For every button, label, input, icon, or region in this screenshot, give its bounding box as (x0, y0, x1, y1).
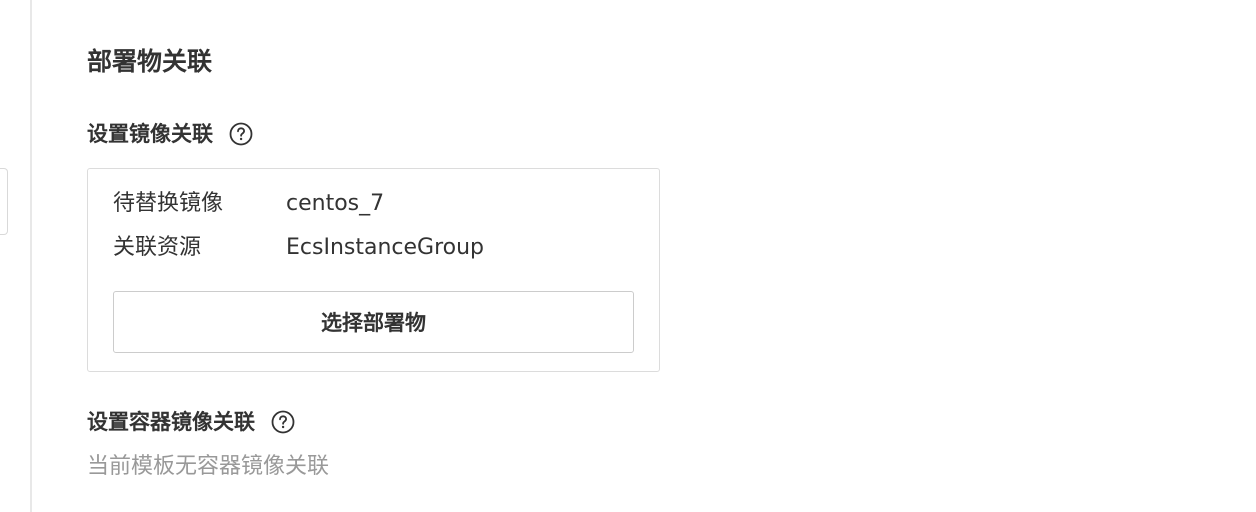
container-binding-title: 设置容器镜像关联 (87, 410, 255, 434)
kv-row-source-image: 待替换镜像 centos_7 (113, 188, 384, 220)
question-circle-icon[interactable] (229, 122, 253, 146)
container-binding-header: 设置容器镜像关联 (87, 407, 295, 437)
deployment-binding-panel: 部署物关联 设置镜像关联 待替换镜像 centos_7 关联资源 EcsInst… (87, 0, 1256, 512)
kv-key: 关联资源 (113, 235, 202, 260)
vertical-divider (30, 0, 32, 512)
kv-row-related-resource: 关联资源 EcsInstanceGroup (113, 232, 484, 264)
kv-value: EcsInstanceGroup (286, 235, 485, 260)
image-binding-header: 设置镜像关联 (87, 119, 253, 149)
kv-value: centos_7 (286, 191, 385, 216)
image-binding-title: 设置镜像关联 (87, 122, 213, 146)
kv-key: 待替换镜像 (113, 191, 224, 216)
image-binding-card: 待替换镜像 centos_7 关联资源 EcsInstanceGroup 选择部… (87, 168, 660, 372)
collapsed-side-panel-edge[interactable] (0, 168, 8, 235)
select-deployment-button[interactable]: 选择部署物 (113, 291, 634, 353)
container-binding-empty-text: 当前模板无容器镜像关联 (87, 454, 330, 479)
question-circle-icon[interactable] (271, 410, 295, 434)
page-title: 部署物关联 (87, 47, 213, 76)
